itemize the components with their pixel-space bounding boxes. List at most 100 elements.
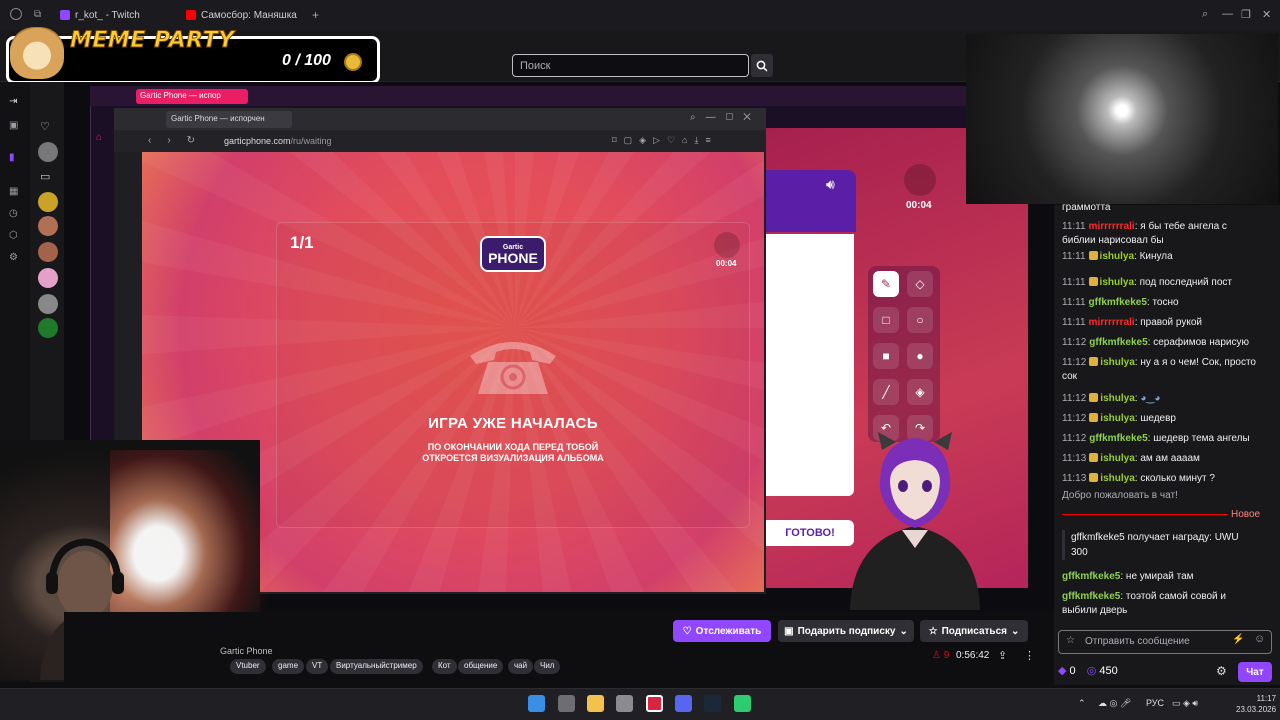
bits-icon[interactable]: ☆ (1066, 635, 1075, 646)
search-tabs-icon[interactable]: ⌕ (1202, 8, 1208, 21)
tag[interactable]: Виртуальныйстример (330, 659, 423, 674)
subscribe-button[interactable]: ☆ Подписаться ⌄ (920, 620, 1028, 642)
minimize-icon[interactable]: — (1222, 8, 1233, 20)
game-category-link[interactable]: Gartic Phone (220, 646, 273, 656)
more-options-icon[interactable]: ⋮ (1024, 649, 1035, 662)
chat-username[interactable]: gffkmfkeke5 (1089, 433, 1147, 444)
tag[interactable]: общение (458, 659, 504, 674)
tag[interactable]: Чил (534, 659, 561, 674)
tag[interactable]: game (272, 659, 305, 674)
chat-username[interactable]: ishulya (1100, 251, 1134, 262)
vtuber-avatar (850, 432, 980, 610)
channel-avatar[interactable] (38, 294, 58, 314)
chat-message: 11:13 ishulya: ам ам аааам (1062, 453, 1200, 464)
chat-username[interactable]: ishulya (1100, 393, 1134, 404)
chat-username[interactable]: ishulya (1100, 357, 1134, 368)
chat-username[interactable]: ishulya (1100, 453, 1134, 464)
tab-twitch[interactable]: r_kot_ - Twitch (60, 6, 140, 24)
stream-home-icon: ⌂ (96, 132, 103, 143)
game-started-subtext: ПО ОКОНЧАНИИ ХОДА ПЕРЕД ТОБОЙ ОТКРОЕТСЯ … (422, 442, 604, 463)
browser-logo-icon[interactable] (10, 8, 22, 20)
chat-text: ам ам аааам (1140, 453, 1200, 464)
store-icon[interactable] (616, 695, 633, 712)
stream-fg-toolbar-icons: ⌑▢◈▷♡⌂⤓≡ (612, 135, 718, 145)
coin-icon (344, 53, 362, 71)
gift-sub-button[interactable]: ▣ Подарить подписку ⌄ (778, 620, 914, 642)
chat-username[interactable]: gffkmfkeke5 (1089, 337, 1147, 348)
restore-icon[interactable]: ❐ (1241, 8, 1251, 21)
youtube-favicon-icon (186, 10, 196, 20)
follow-button[interactable]: ♡ Отслеживать (673, 620, 771, 642)
clock-icon[interactable]: ◷ (9, 208, 21, 220)
channel-points-icon[interactable]: ◎ (1087, 665, 1097, 677)
channel-avatar[interactable] (38, 192, 58, 212)
settings-icon[interactable]: ⚙ (9, 252, 21, 264)
cube-icon[interactable]: ⬡ (9, 230, 21, 242)
sub-badge-icon (1089, 413, 1099, 422)
tag[interactable]: Кот (432, 659, 457, 674)
right-timer-lock-icon (904, 164, 936, 196)
system-clock[interactable]: 11:17 23.03.2026 (1236, 693, 1276, 715)
collapse-sidebar-icon[interactable]: ⇥ (9, 96, 21, 108)
stream-uptime: 0:56:42 (956, 650, 990, 661)
chat-message: 11:11 mirrrrrrali: я бы тебе ангела с биб… (1062, 221, 1227, 246)
chat-username[interactable]: ishulya (1100, 413, 1134, 424)
search-button[interactable] (751, 54, 773, 77)
tray-chevron-icon[interactable]: ⌃ (1078, 698, 1086, 709)
channel-avatar[interactable] (38, 142, 58, 162)
tag[interactable]: чай (508, 659, 534, 674)
new-tab-button[interactable]: + (312, 8, 319, 22)
star-icon: ☆ (928, 625, 938, 637)
search-input[interactable]: Поиск (512, 54, 749, 77)
tag[interactable]: Vtuber (230, 659, 266, 674)
tab-samosbor[interactable]: Самосбор: Маняшка (186, 6, 297, 24)
workspaces-icon[interactable]: ⧉ (34, 9, 41, 20)
network-volume-icons[interactable]: ▭ ◈ 🔊︎ (1172, 698, 1198, 709)
chat-username[interactable]: ishulya (1100, 277, 1134, 288)
chat-username[interactable]: gffkmfkeke5 (1089, 297, 1147, 308)
channel-avatar[interactable] (38, 216, 58, 236)
channel-avatar[interactable] (38, 318, 58, 338)
tab-samosbor-label: Самосбор: Маняшка (201, 9, 297, 21)
chat-text: Кинула (1139, 251, 1173, 262)
twitch-favicon-icon (60, 10, 70, 20)
gift-icon: ▣ (784, 625, 794, 637)
sub-badge-icon (1089, 357, 1099, 366)
tag[interactable]: VT (306, 659, 329, 674)
channel-avatar[interactable] (38, 268, 58, 288)
emote-icon[interactable]: ☺ (1254, 633, 1265, 645)
viewer-count: ♙ 9 (932, 650, 950, 661)
tray-icons[interactable]: ☁ ◎ 🎤︎ (1098, 698, 1131, 709)
meme-party-counter: 0 / 100 (282, 52, 331, 69)
emote-icon: ◕‿◕ (1140, 393, 1161, 404)
chat-username[interactable]: ishulya (1100, 473, 1134, 484)
wallet-icon[interactable]: ▦ (9, 186, 21, 198)
task-view-icon[interactable] (558, 695, 575, 712)
share-icon[interactable]: ⇪ (998, 649, 1007, 662)
chat-send-button[interactable]: Чат (1238, 662, 1272, 682)
chat-message: 11:13 ishulya: сколько минут ? (1062, 473, 1215, 484)
right-timer-value: 00:04 (906, 200, 932, 211)
chat-welcome: Добро пожаловать в чат! (1062, 490, 1178, 501)
discord-icon[interactable] (675, 695, 692, 712)
chat-settings-icon[interactable]: ⚙ (1216, 664, 1227, 678)
twitch-sidebar-icon[interactable]: ▮ (9, 152, 21, 164)
opera-icon[interactable] (646, 695, 663, 712)
filled-ellipse-icon: ● (907, 343, 933, 369)
steam-icon[interactable] (704, 695, 721, 712)
round-counter: 1/1 (290, 233, 314, 252)
start-icon[interactable] (528, 695, 545, 712)
extension-icon[interactable]: ▣ (9, 120, 21, 132)
hype-icon[interactable]: ⚡ (1232, 634, 1244, 645)
camera-icon[interactable]: ▭ (40, 170, 50, 183)
chat-username[interactable]: mirrrrrrali (1089, 317, 1135, 328)
channel-avatar[interactable] (38, 242, 58, 262)
chat-time: 11:12 (1062, 337, 1087, 348)
chat-username[interactable]: mirrrrrrali (1089, 221, 1135, 232)
close-window-icon[interactable]: ✕ (1262, 8, 1271, 21)
language-indicator[interactable]: РУС (1146, 698, 1164, 708)
chevron-down-icon: ⌄ (1010, 625, 1020, 637)
app-icon[interactable] (734, 695, 751, 712)
heart-icon[interactable]: ♡ (40, 120, 50, 133)
file-explorer-icon[interactable] (587, 695, 604, 712)
